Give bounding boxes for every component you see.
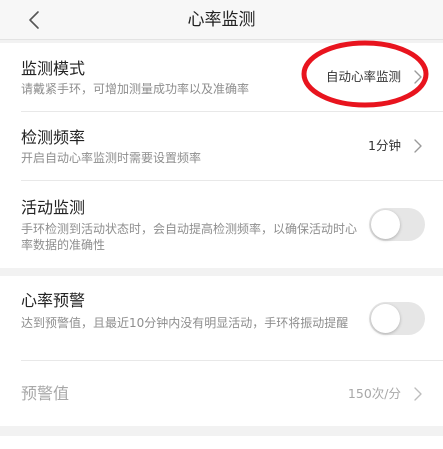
heart-rate-alert-row: 心率预警 达到预警值，且最近10分钟内没有明显活动，手环将振动提醒 xyxy=(0,276,443,360)
alert-value-row[interactable]: 预警值 150次/分 xyxy=(0,361,443,426)
monitor-mode-subtitle: 请戴紧手环，可增加测量成功率以及准确率 xyxy=(21,82,250,96)
monitor-mode-value: 自动心率监测 xyxy=(325,69,401,84)
toggle-knob xyxy=(371,210,400,239)
detect-frequency-title: 检测频率 xyxy=(21,128,86,147)
heart-rate-alert-title: 心率预警 xyxy=(21,291,86,310)
chevron-right-icon xyxy=(414,387,422,401)
alert-value-title: 预警值 xyxy=(21,384,70,403)
settings-group-monitoring: 监测模式 请戴紧手环，可增加测量成功率以及准确率 自动心率监测 检测频率 开启自… xyxy=(0,43,443,268)
heart-rate-alert-subtitle: 达到预警值，且最近10分钟内没有明显活动，手环将振动提醒 xyxy=(21,316,349,330)
monitor-mode-row[interactable]: 监测模式 请戴紧手环，可增加测量成功率以及准确率 自动心率监测 xyxy=(0,43,443,111)
heart-rate-alert-toggle[interactable] xyxy=(369,302,425,335)
toggle-knob xyxy=(371,304,400,333)
settings-group-more xyxy=(0,436,443,449)
detect-frequency-subtitle: 开启自动心率监测时需要设置频率 xyxy=(21,151,202,165)
activity-monitor-title: 活动监测 xyxy=(21,198,86,217)
alert-value-value: 150次/分 xyxy=(347,386,401,401)
page-title: 心率监测 xyxy=(187,10,256,30)
activity-monitor-toggle[interactable] xyxy=(369,208,425,241)
monitor-mode-title: 监测模式 xyxy=(21,59,86,78)
activity-monitor-row: 活动监测 手环检测到活动状态时，会自动提高检测频率，以确保活动时心率数据的准确性 xyxy=(0,181,443,268)
detect-frequency-row[interactable]: 检测频率 开启自动心率监测时需要设置频率 1分钟 xyxy=(0,112,443,180)
activity-monitor-subtitle: 手环检测到活动状态时，会自动提高检测频率，以确保活动时心率数据的准确性 xyxy=(21,222,358,252)
nav-bar: 心率监测 xyxy=(0,0,443,40)
chevron-right-icon xyxy=(414,70,422,84)
settings-group-alert: 心率预警 达到预警值，且最近10分钟内没有明显活动，手环将振动提醒 预警值 15… xyxy=(0,276,443,426)
chevron-right-icon xyxy=(414,139,422,153)
detect-frequency-value: 1分钟 xyxy=(368,138,401,153)
